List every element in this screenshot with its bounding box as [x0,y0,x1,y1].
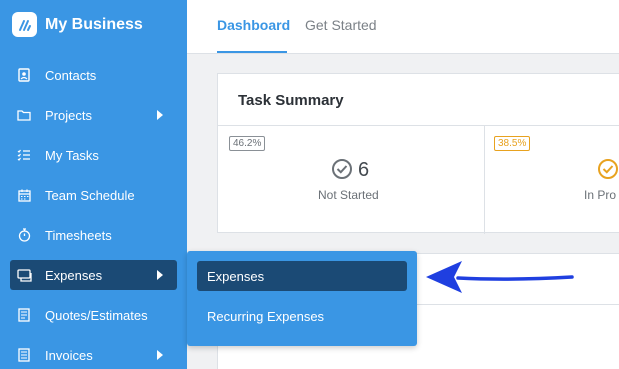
not-started-count: 6 [358,159,370,181]
tasks-icon [16,147,32,163]
sidebar-item-label: Team Schedule [45,187,135,203]
sidebar-item-label: Timesheets [45,227,112,243]
not-started-label: Not Started [318,188,379,202]
sidebar-item-invoices[interactable]: Invoices [10,340,177,369]
top-tab-bar: Dashboard Get Started [187,0,619,54]
sidebar-item-label: Expenses [45,267,103,283]
task-summary-card: Task Summary 46.2% 6 Not Started 38.5% I… [217,73,619,234]
sidebar-item-expenses[interactable]: Expenses [10,260,177,290]
submenu-item-label: Recurring Expenses [207,308,325,324]
sidebar-item-team-schedule[interactable]: Team Schedule [10,180,177,210]
expenses-icon [16,267,32,283]
business-logo-icon [12,12,37,37]
sidebar-item-timesheets[interactable]: Timesheets [10,220,177,250]
stopwatch-icon [16,227,32,243]
chevron-right-icon [157,350,163,360]
active-tab-indicator [217,51,287,53]
annotation-arrow-icon [426,261,574,293]
expenses-submenu: Expenses Recurring Expenses [187,251,417,346]
sidebar-item-label: Quotes/Estimates [45,307,148,323]
sidebar: My Business Contacts Projects My Tasks T… [0,0,187,369]
tab-dashboard[interactable]: Dashboard [217,17,290,33]
chevron-right-icon [157,270,163,280]
in-progress-label: In Pro [584,188,617,202]
contacts-icon [16,67,32,83]
divider [484,125,485,234]
submenu-item-expenses[interactable]: Expenses [197,261,407,291]
app-name: My Business [45,15,143,33]
submenu-item-recurring-expenses[interactable]: Recurring Expenses [197,301,407,331]
sidebar-item-quotes-estimates[interactable]: Quotes/Estimates [10,300,177,330]
folder-icon [16,107,32,123]
check-circle-icon [597,158,619,180]
quotes-icon [16,307,32,323]
tab-get-started[interactable]: Get Started [305,17,377,33]
sidebar-item-my-tasks[interactable]: My Tasks [10,140,177,170]
invoice-icon [16,347,32,363]
percent-badge-not-started: 46.2% [229,136,266,151]
percent-badge-in-progress: 38.5% [494,136,531,151]
sidebar-item-label: Contacts [45,67,97,83]
divider [218,125,619,126]
chevron-right-icon [157,110,163,120]
task-summary-title: Task Summary [238,92,344,109]
calendar-icon [16,187,32,203]
check-circle-icon [331,158,353,180]
sidebar-item-label: Projects [45,107,92,123]
submenu-item-label: Expenses [207,268,265,284]
sidebar-item-label: My Tasks [45,147,99,163]
sidebar-item-contacts[interactable]: Contacts [10,60,177,90]
brand[interactable]: My Business [12,12,143,37]
sidebar-item-label: Invoices [45,347,93,363]
sidebar-item-projects[interactable]: Projects [10,100,177,130]
